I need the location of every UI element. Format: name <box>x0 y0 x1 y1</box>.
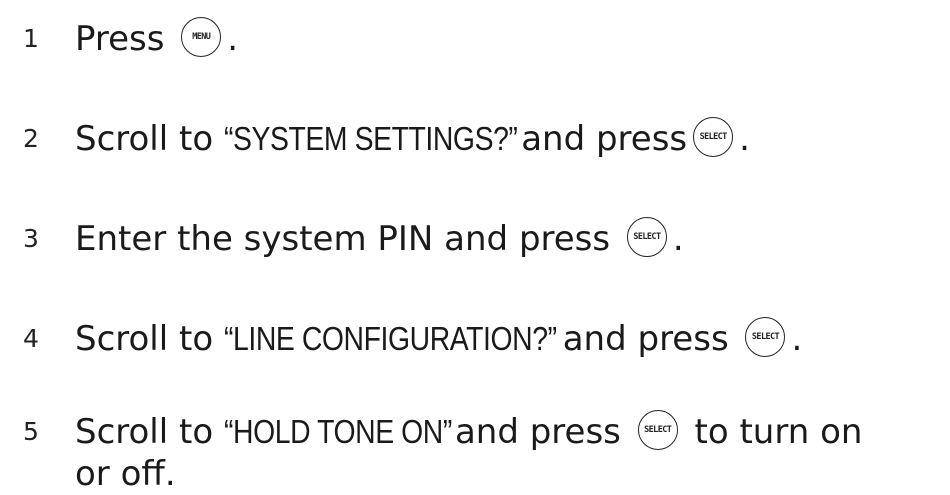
step-text-part: Scroll to <box>75 412 214 452</box>
step-text-part: and press <box>521 119 688 159</box>
step-text-part: to turn on <box>694 412 863 452</box>
step-text-part: Scroll to <box>75 119 214 159</box>
step-text-part: Enter the system PIN and press <box>75 219 611 259</box>
menu-option-label: “HOLD TONE ON” <box>223 413 452 450</box>
step-text-part: and press <box>454 412 621 452</box>
step-number: 3 <box>23 224 39 253</box>
select-key-icon: SELECT <box>626 216 667 257</box>
select-key-icon: SELECT <box>693 116 734 157</box>
select-key-icon: SELECT <box>745 316 786 357</box>
step-text: Scroll to “SYSTEM SETTINGS?” and press SEL… <box>75 116 945 161</box>
instruction-steps: 1 Press MENU. 2 Scroll to “SYSTEM SETTIN… <box>0 0 950 495</box>
step-text-part: Press <box>75 19 165 59</box>
step-text: Enter the system PIN and press SELECT. <box>75 216 945 261</box>
menu-option-label: “SYSTEM SETTINGS?” <box>223 120 518 157</box>
step-text-part: Scroll to <box>75 319 214 359</box>
select-key-icon: SELECT <box>637 409 678 450</box>
step-text: Scroll to “HOLD TONE ON”and press SELECT… <box>75 409 945 494</box>
step-text-part: . <box>227 19 239 59</box>
step-number: 2 <box>23 124 39 153</box>
step-number: 5 <box>23 417 39 446</box>
step-text: Press MENU. <box>75 16 945 61</box>
menu-option-label: “LINE CONFIGURATION?” <box>223 320 557 357</box>
step-number: 4 <box>23 324 39 353</box>
step-text-continuation: or off. <box>75 453 176 494</box>
step-number: 1 <box>23 24 39 53</box>
step-text-part: . <box>672 219 684 259</box>
menu-key-icon: MENU <box>181 16 222 57</box>
step-text-part: and press <box>562 319 729 359</box>
step-text-part: . <box>739 119 750 159</box>
step-text: Scroll to “LINE CONFIGURATION?” and press… <box>75 316 945 361</box>
step-text-part: . <box>791 319 803 359</box>
